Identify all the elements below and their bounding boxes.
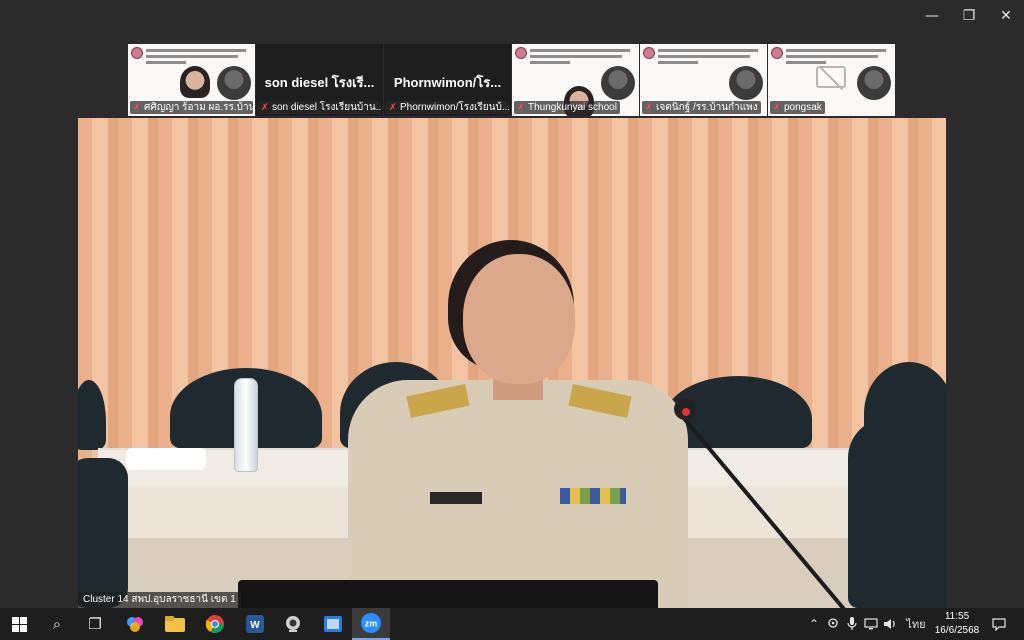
notification-icon[interactable] [988, 608, 1010, 640]
copilot-icon[interactable] [116, 608, 154, 640]
mic-muted-icon: ✗ [261, 102, 269, 112]
slide-text-line [530, 49, 630, 52]
slide-text-line [658, 49, 758, 52]
clock-date: 16/6/2568 [934, 625, 980, 636]
participant-name-label: ✗ Phornwimon/โรงเรียนบ้... [386, 101, 509, 114]
task-view-icon[interactable]: ❐ [76, 608, 114, 640]
slide-text-line [146, 49, 246, 52]
cup [126, 448, 206, 470]
speaker-person [348, 240, 688, 608]
zoom-meeting-window: — ❐ ✕ ✗ ศศิญญา ร้อาม ผอ.รร.บ้าน... son di… [0, 0, 1024, 608]
participant-tile[interactable]: Phornwimon/โร... ✗ Phornwimon/โรงเรียนบ้.… [384, 44, 511, 116]
close-button[interactable]: ✕ [987, 0, 1024, 32]
active-speaker-video[interactable] [78, 118, 946, 608]
slide-photo [729, 66, 763, 100]
participant-video-face [180, 66, 210, 98]
windows-start-icon[interactable] [0, 608, 38, 640]
photos-app-icon[interactable] [314, 608, 352, 640]
school-logo [131, 47, 143, 59]
ribbon-bar [560, 488, 626, 504]
mic-muted-icon: ✗ [645, 102, 653, 112]
participant-name-label: ✗ son diesel โรงเรียนบ้าน... [258, 101, 381, 114]
svg-text:W: W [250, 620, 260, 631]
slide-text-line [658, 55, 750, 58]
school-logo [643, 47, 655, 59]
mic-muted-icon: ✗ [389, 102, 397, 112]
laptop [238, 580, 658, 608]
svg-text:zm: zm [365, 619, 378, 629]
slide-photo [601, 66, 635, 100]
slide-text-line [786, 61, 826, 64]
search-icon[interactable]: ⌕ [38, 608, 76, 640]
participant-name-label: ✗ pongsak [770, 101, 825, 114]
title-bar: — ❐ ✕ [0, 0, 1024, 32]
school-logo [515, 47, 527, 59]
mic-muted-icon: ✗ [773, 102, 781, 112]
uniform [348, 380, 688, 608]
microphone-tray-icon[interactable] [843, 608, 861, 640]
minimize-button[interactable]: — [913, 0, 951, 32]
slide-text-line [146, 61, 186, 64]
chair [848, 418, 946, 608]
participant-name-label: ✗ Thungkunyai school [514, 101, 620, 114]
zoom-icon[interactable]: zm [352, 608, 390, 640]
show-hidden-icons-icon[interactable]: ⌃ [806, 608, 822, 640]
slide-text-line [658, 61, 698, 64]
participant-tile[interactable]: son diesel โรงเรี... ✗ son diesel โรงเรีย… [256, 44, 383, 116]
slide-text-line [530, 61, 570, 64]
school-logo [771, 47, 783, 59]
file-explorer-icon[interactable] [156, 608, 194, 640]
participant-tile[interactable]: ✗ Thungkunyai school [512, 44, 639, 116]
slide-text-line [530, 55, 622, 58]
microphone-led [682, 408, 690, 416]
chair [78, 380, 106, 450]
clock-time: 11:55 [944, 611, 970, 622]
slide-photo [857, 66, 891, 100]
chrome-icon[interactable] [196, 608, 234, 640]
chair [78, 458, 128, 608]
participant-display-name: Phornwimon/โร... [393, 75, 502, 90]
language-indicator[interactable]: ไทย [902, 608, 930, 640]
slide-text-line [146, 55, 238, 58]
participant-name-label: ✗ ศศิญญา ร้อาม ผอ.รร.บ้าน... [130, 101, 253, 114]
participant-name-label: ✗ เจตนิกฐ์ /รร.บ้านกำแพง [642, 101, 761, 114]
mic-muted-icon: ✗ [517, 102, 525, 112]
windows-taskbar: ⌕ ❐ W zm ⌃ ไทย 11:55 16/6/2568 [0, 608, 1024, 640]
slide-photo [217, 66, 251, 100]
participant-tile[interactable]: ✗ เจตนิกฐ์ /รร.บ้านกำแพง [640, 44, 767, 116]
slide-text-line [786, 55, 878, 58]
face [463, 254, 575, 384]
maximize-button[interactable]: ❐ [950, 0, 988, 32]
participant-gallery: ✗ ศศิญญา ร้อาม ผอ.รร.บ้าน... son diesel โ… [128, 44, 896, 116]
word-icon[interactable]: W [236, 608, 274, 640]
slide-text-line [786, 49, 886, 52]
participant-display-name: son diesel โรงเรี... [264, 75, 375, 90]
water-bottle [234, 378, 258, 472]
volume-icon[interactable] [881, 608, 899, 640]
speaker-name-label: Cluster 14 สพป.อุบลราชธานี เขต 1 [78, 592, 241, 608]
name-tag [430, 492, 482, 504]
system-clock[interactable]: 11:55 16/6/2568 [930, 610, 984, 638]
participant-tile[interactable]: ✗ ศศิญญา ร้อาม ผอ.รร.บ้าน... [128, 44, 255, 116]
webcam-app-icon[interactable] [274, 608, 312, 640]
network-icon[interactable] [862, 608, 880, 640]
camera-off-icon [816, 66, 846, 88]
camera-tray-icon[interactable] [824, 608, 842, 640]
participant-tile[interactable]: ✗ pongsak [768, 44, 895, 116]
mic-muted-icon: ✗ [133, 102, 141, 112]
